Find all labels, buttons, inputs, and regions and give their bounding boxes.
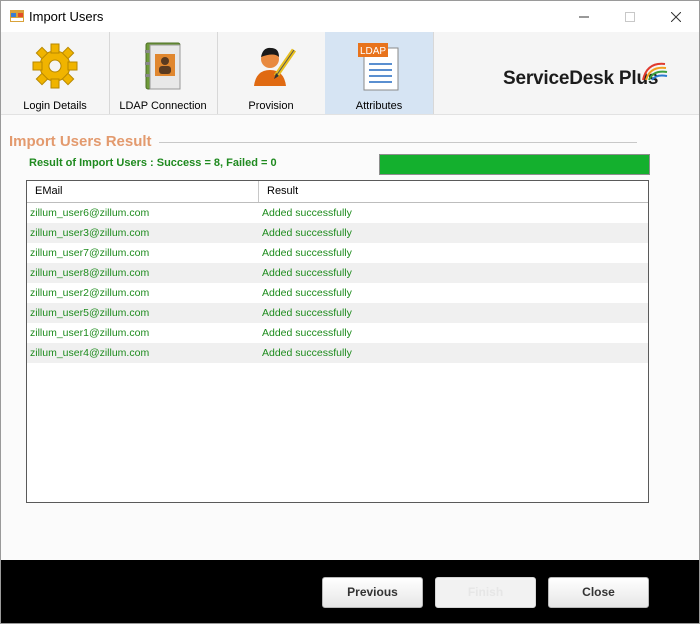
previous-button[interactable]: Previous (322, 577, 423, 608)
result-cell: Added successfully (262, 267, 352, 279)
email-cell: zillum_user6@zillum.com (30, 207, 150, 219)
minimize-button[interactable] (561, 1, 607, 32)
tab-attributes[interactable]: LDAP Attributes (325, 32, 434, 114)
brand-swoosh-icon (642, 62, 668, 81)
table-row[interactable]: zillum_user3@zillum.com Added successfull… (27, 223, 648, 243)
column-header-email[interactable]: EMail (27, 181, 259, 202)
email-cell: zillum_user2@zillum.com (30, 287, 150, 299)
address-book-icon (145, 42, 181, 90)
import-progress-bar (379, 154, 650, 175)
app-icon (10, 10, 24, 22)
email-cell: zillum_user5@zillum.com (30, 307, 150, 319)
wizard-toolbar: Login Details LDAP Connection Provision … (1, 32, 699, 115)
wizard-footer: Previous Finish Close (1, 560, 699, 623)
table-header: EMail Result (27, 181, 648, 203)
table-body: zillum_user6@zillum.com Added successfull… (27, 203, 648, 363)
column-header-result[interactable]: Result (259, 181, 648, 202)
ldap-badge-text: LDAP (360, 46, 386, 57)
import-result-summary: Result of Import Users : Success = 8, Fa… (29, 157, 277, 169)
section-divider (159, 142, 637, 143)
results-table[interactable]: EMail Result zillum_user6@zillum.com Adde… (26, 180, 649, 503)
maximize-button[interactable] (607, 1, 653, 32)
email-cell: zillum_user1@zillum.com (30, 327, 150, 339)
email-cell: zillum_user4@zillum.com (30, 347, 150, 359)
close-icon (671, 11, 681, 22)
minimize-icon (579, 16, 589, 17)
import-users-window: Import Users Login Details LDAP Connecti… (0, 0, 700, 624)
finish-button[interactable]: Finish (435, 577, 536, 608)
section-title: Import Users Result (9, 133, 152, 150)
table-row[interactable]: zillum_user8@zillum.com Added successfull… (27, 263, 648, 283)
maximize-icon (625, 11, 635, 22)
tab-label: Attributes (355, 100, 403, 112)
result-cell: Added successfully (262, 227, 352, 239)
tab-label: Login Details (23, 100, 87, 112)
table-row[interactable]: zillum_user2@zillum.com Added successfull… (27, 283, 648, 303)
tab-login-details[interactable]: Login Details (1, 32, 110, 114)
result-cell: Added successfully (262, 287, 352, 299)
result-cell: Added successfully (262, 247, 352, 259)
window-title: Import Users (29, 9, 104, 24)
result-cell: Added successfully (262, 327, 352, 339)
close-window-button[interactable] (653, 1, 699, 32)
tab-provision[interactable]: Provision (217, 32, 326, 114)
import-result-panel: Import Users Result Result of Import Use… (1, 115, 699, 560)
result-cell: Added successfully (262, 307, 352, 319)
table-row[interactable]: zillum_user4@zillum.com Added successfull… (27, 343, 648, 363)
email-cell: zillum_user3@zillum.com (30, 227, 150, 239)
result-cell: Added successfully (262, 207, 352, 219)
result-cell: Added successfully (262, 347, 352, 359)
ldap-document-icon: LDAP (358, 43, 399, 91)
email-cell: zillum_user7@zillum.com (30, 247, 150, 259)
table-row[interactable]: zillum_user5@zillum.com Added successfull… (27, 303, 648, 323)
close-button[interactable]: Close (548, 577, 649, 608)
tab-label: Provision (248, 100, 294, 112)
progress-fill (380, 155, 649, 174)
gear-icon (32, 43, 78, 89)
email-cell: zillum_user8@zillum.com (30, 267, 150, 279)
brand-logo-text: ServiceDesk Plus (503, 68, 659, 89)
tab-label: LDAP Connection (119, 100, 207, 112)
user-pen-icon (254, 47, 297, 86)
table-row[interactable]: zillum_user7@zillum.com Added successfull… (27, 243, 648, 263)
title-bar: Import Users (1, 1, 699, 32)
table-row[interactable]: zillum_user1@zillum.com Added successfull… (27, 323, 648, 343)
table-row[interactable]: zillum_user6@zillum.com Added successfull… (27, 203, 648, 223)
tab-ldap-connection[interactable]: LDAP Connection (109, 32, 218, 114)
